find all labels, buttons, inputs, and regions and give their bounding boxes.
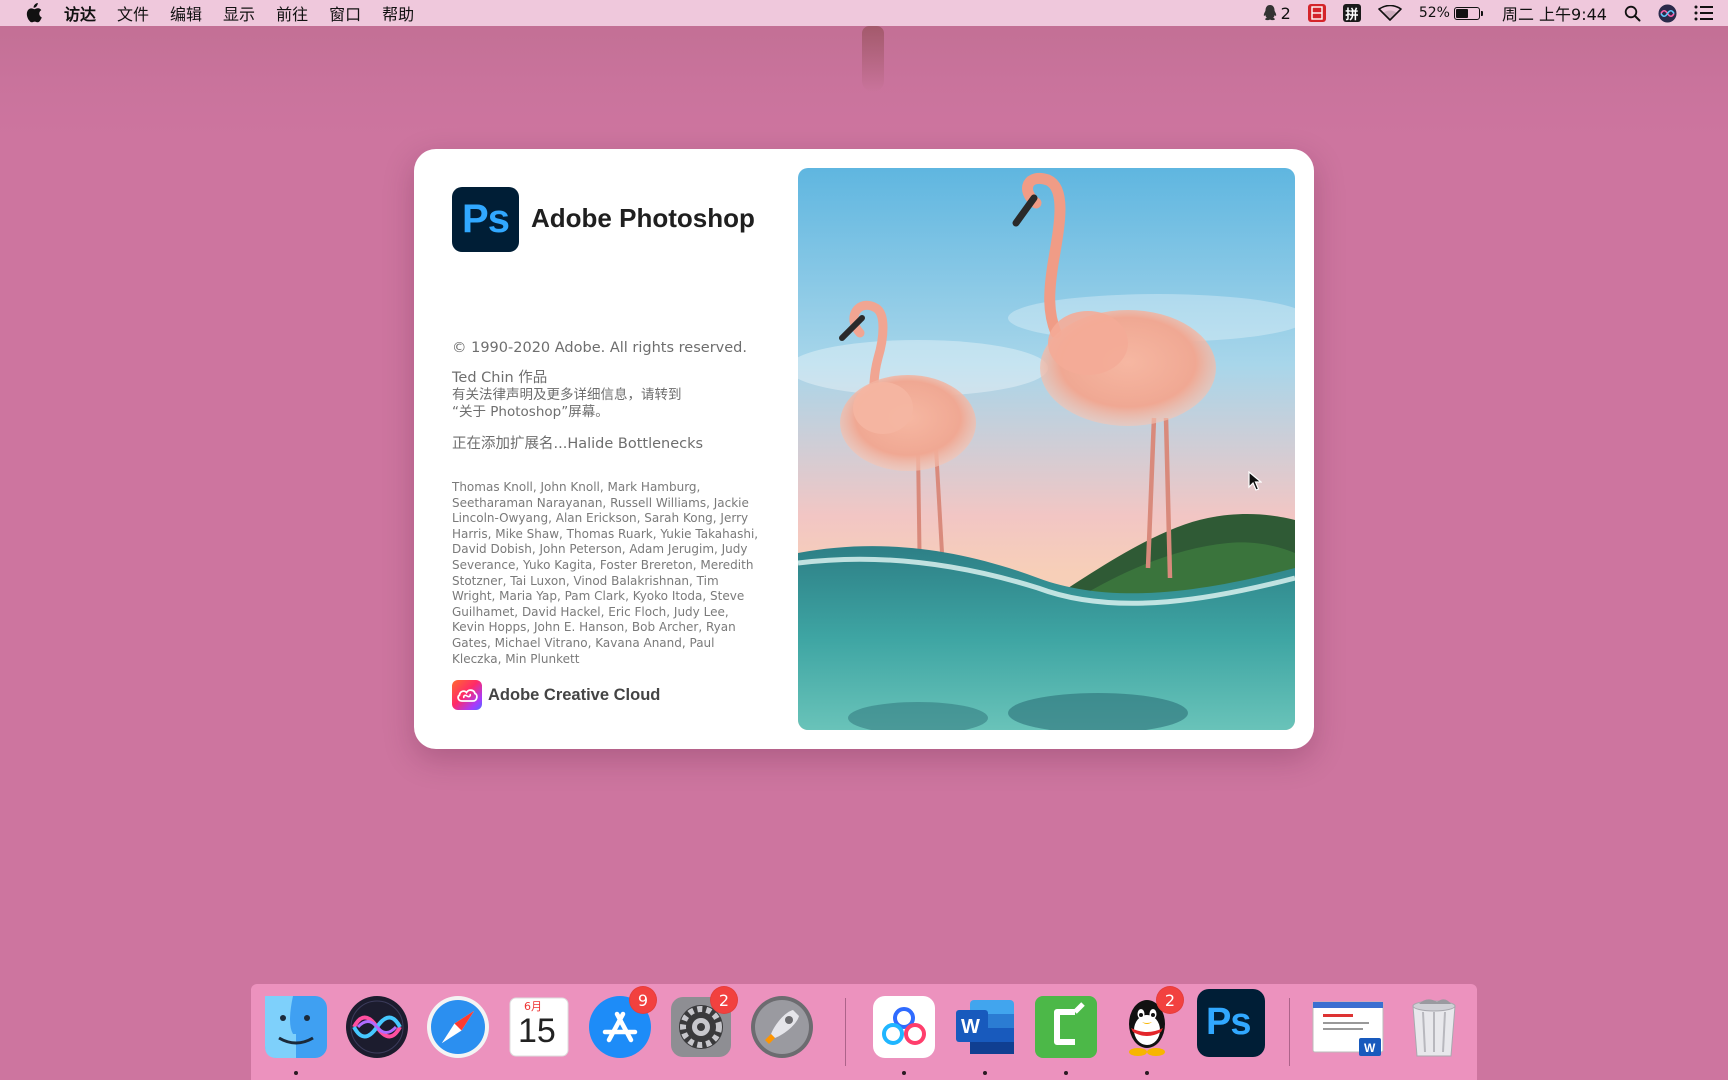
dock-separator: [845, 998, 846, 1066]
rocket-icon: [751, 996, 813, 1058]
dock-cloud-drive[interactable]: [871, 994, 937, 1075]
dock-siri[interactable]: [344, 994, 410, 1060]
splash-app-name: Adobe Photoshop: [531, 203, 755, 233]
dock-photoshop[interactable]: Ps: [1195, 987, 1267, 1059]
splash-legal-line-2: “关于 Photoshop”屏幕。: [452, 404, 609, 420]
dock-qq[interactable]: 2: [1114, 986, 1184, 1075]
battery-icon: [1453, 6, 1483, 20]
battery-fill: [1455, 8, 1469, 18]
apple-menu-icon[interactable]: [24, 3, 42, 23]
finder-icon: [265, 996, 327, 1058]
battery-percent: 52%: [1418, 5, 1450, 21]
running-indicator: [294, 1071, 298, 1075]
running-indicator: [1145, 1071, 1149, 1075]
siri-icon: [346, 996, 408, 1058]
menu-bar-left: 访达 文件 编辑 显示 前往 窗口 帮助: [24, 1, 435, 25]
splash-about-block: Ted Chin 作品 有关法律声明及更多详细信息，请转到 “关于 Photos…: [452, 370, 682, 421]
menu-item-help[interactable]: 帮助: [382, 1, 414, 25]
menu-clock[interactable]: 周二 上午9:44: [1502, 1, 1607, 25]
app-store-badge: 9: [629, 986, 657, 1014]
siri-icon[interactable]: [1658, 4, 1677, 23]
word-letter: W: [961, 1016, 980, 1038]
qq-status-item[interactable]: 2: [1262, 4, 1291, 23]
menu-bar-right: 2 拼 52% 周二 上午9:44: [1245, 1, 1714, 25]
calendar-day: 15: [518, 1012, 556, 1050]
dock-recent-document[interactable]: W: [1311, 994, 1385, 1060]
menu-item-go[interactable]: 前往: [276, 1, 308, 25]
qq-count: 2: [1280, 3, 1291, 23]
splash-loading-status: 正在添加扩展名...Halide Bottlenecks: [452, 436, 704, 452]
splash-credits: Thomas Knoll, John Knoll, Mark Hamburg, …: [452, 480, 759, 666]
qq-badge: 2: [1156, 986, 1184, 1014]
cloud-drive-icon: [873, 996, 935, 1058]
film-strip-icon: [1311, 6, 1323, 20]
splash-copyright: © 1990-2020 Adobe. All rights reserved.: [452, 340, 747, 356]
photoshop-splash-screen: Ps Adobe Photoshop © 1990-2020 Adobe. Al…: [414, 149, 1314, 749]
battery-status[interactable]: 52%: [1418, 5, 1483, 21]
creative-cloud-label: Adobe Creative Cloud: [488, 685, 661, 704]
flamingo-artwork-image: [798, 168, 1295, 730]
splash-legal-line-1: 有关法律声明及更多详细信息，请转到: [452, 387, 682, 403]
photoshop-logo-text: Ps: [462, 197, 510, 241]
wifi-icon[interactable]: [1378, 5, 1402, 21]
dock-system-preferences[interactable]: 2: [668, 986, 738, 1060]
menu-bar: 访达 文件 编辑 显示 前往 窗口 帮助 2 拼 52% 周二 上午9:44: [0, 0, 1728, 26]
dock-camtasia[interactable]: [1033, 994, 1099, 1075]
photoshop-dock-label: Ps: [1206, 1001, 1251, 1043]
menu-item-file[interactable]: 文件: [117, 1, 149, 25]
system-preferences-badge: 2: [710, 986, 738, 1014]
input-method-indicator[interactable]: 拼: [1342, 4, 1361, 23]
photoshop-logo: Ps: [452, 187, 519, 252]
creative-cloud-icon: [452, 680, 482, 710]
svg-text:W: W: [1364, 1041, 1376, 1055]
document-thumbnail-icon: W: [1312, 1001, 1384, 1056]
splash-author: Ted Chin 作品: [452, 370, 548, 386]
mouse-cursor-icon: [1248, 471, 1262, 491]
splash-artwork: [798, 168, 1295, 730]
trash-icon: [1412, 999, 1456, 1057]
dock-calendar[interactable]: 6月 15: [506, 994, 572, 1060]
screen-record-icon[interactable]: [1307, 4, 1326, 22]
menu-item-view[interactable]: 显示: [223, 1, 255, 25]
safari-compass-icon: [427, 996, 489, 1058]
wallpaper-figure: [862, 26, 884, 92]
running-indicator: [983, 1071, 987, 1075]
menu-item-window[interactable]: 窗口: [329, 1, 361, 25]
notification-center-icon[interactable]: [1694, 5, 1714, 21]
menu-app-name[interactable]: 访达: [64, 1, 96, 25]
dock-word[interactable]: W: [952, 994, 1018, 1075]
menu-item-edit[interactable]: 编辑: [170, 1, 202, 25]
dock-finder[interactable]: [263, 994, 329, 1075]
dock-app-store[interactable]: 9: [587, 986, 657, 1060]
dock-trash[interactable]: [1401, 994, 1467, 1060]
dock-launchpad[interactable]: [749, 994, 815, 1060]
dock: 6月 15 9 2 W 2 Ps W: [251, 984, 1477, 1080]
running-indicator: [902, 1071, 906, 1075]
dock-safari[interactable]: [425, 994, 491, 1060]
creative-cloud-branding: Adobe Creative Cloud: [452, 680, 660, 710]
camtasia-icon: [1035, 996, 1097, 1058]
dock-separator: [1289, 998, 1290, 1066]
spotlight-search-icon[interactable]: [1624, 5, 1641, 22]
qq-penguin-icon: [1263, 5, 1276, 21]
running-indicator: [1064, 1071, 1068, 1075]
